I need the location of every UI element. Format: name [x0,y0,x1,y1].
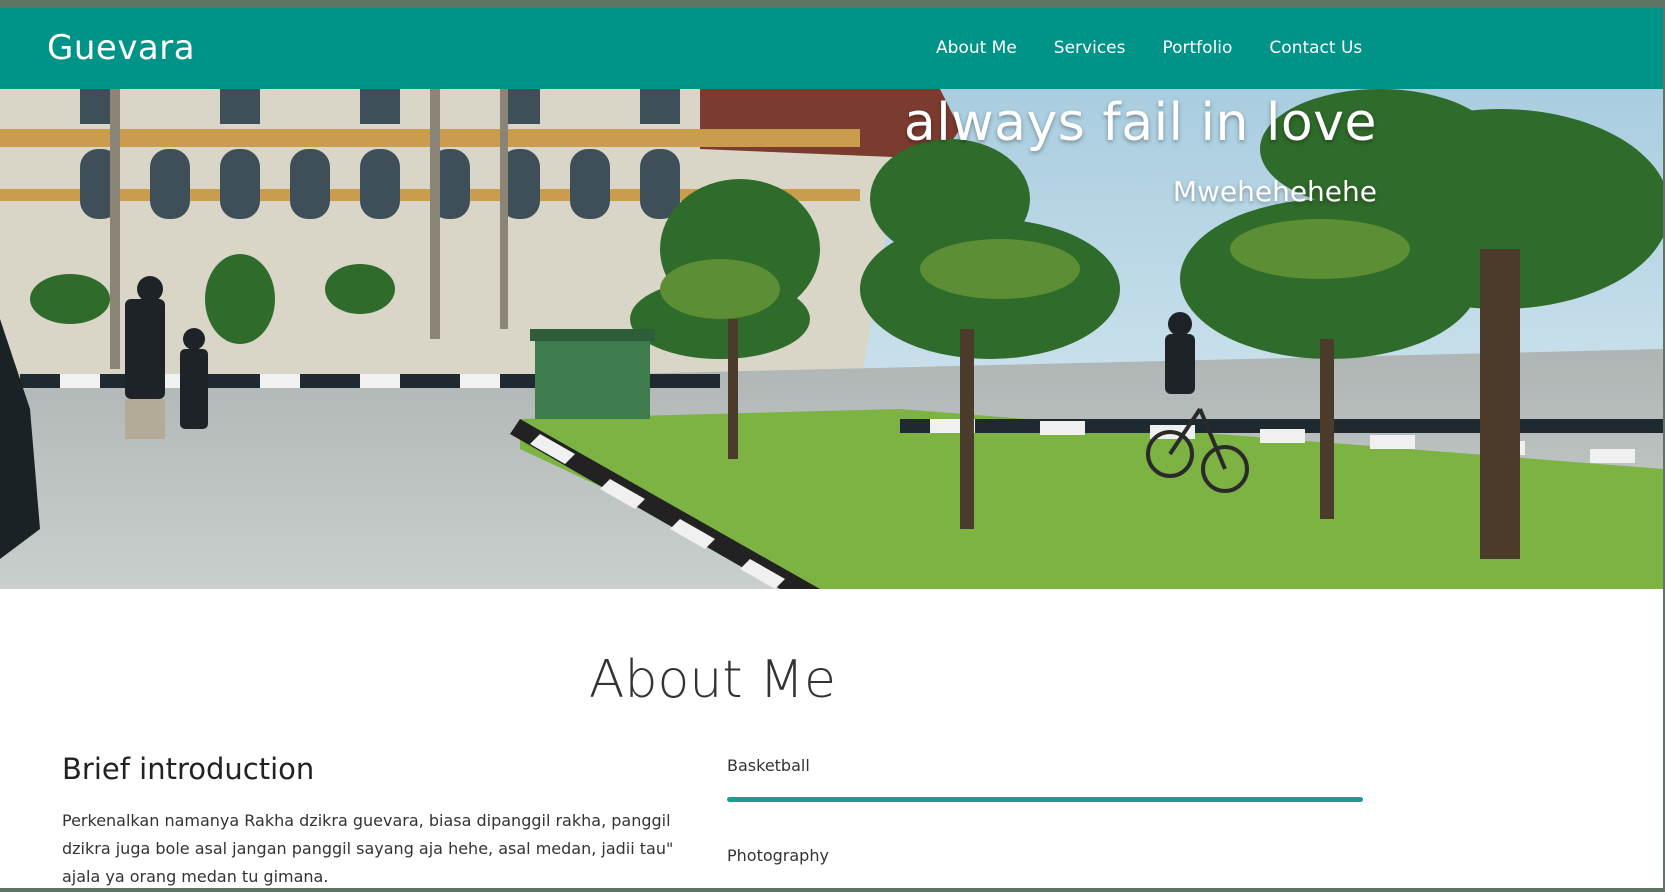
skill-progress-fill [727,797,1363,802]
hero-banner: always fail in love Mwehehehehe [0,89,1663,589]
hero-subtitle: Mwehehehehe [1172,175,1377,208]
intro-text: Perkenalkan namanya Rakha dzikra guevara… [62,811,674,886]
window-top-strip [0,0,1665,8]
nav-link-contact[interactable]: Contact Us [1269,38,1362,58]
hero-background-image [0,89,1663,589]
about-section-title: About Me [588,650,837,710]
skill-progress-bar [727,797,1363,802]
nav-link-services[interactable]: Services [1054,38,1126,58]
window-bottom-strip [0,888,1665,892]
skill-basketball: Basketball [727,756,1363,802]
hero-title: always fail in love [903,93,1377,153]
nav-link-about[interactable]: About Me [936,38,1017,58]
navbar: Guevara About Me Services Portfolio Cont… [0,8,1663,89]
intro-heading: Brief introduction [62,752,315,786]
skill-photography: Photography [727,846,1363,865]
nav-link-portfolio[interactable]: Portfolio [1162,38,1232,58]
skill-label: Basketball [727,756,810,775]
skill-label: Photography [727,846,829,865]
brand-logo[interactable]: Guevara [47,28,195,68]
main-nav: About Me Services Portfolio Contact Us [936,38,1362,58]
